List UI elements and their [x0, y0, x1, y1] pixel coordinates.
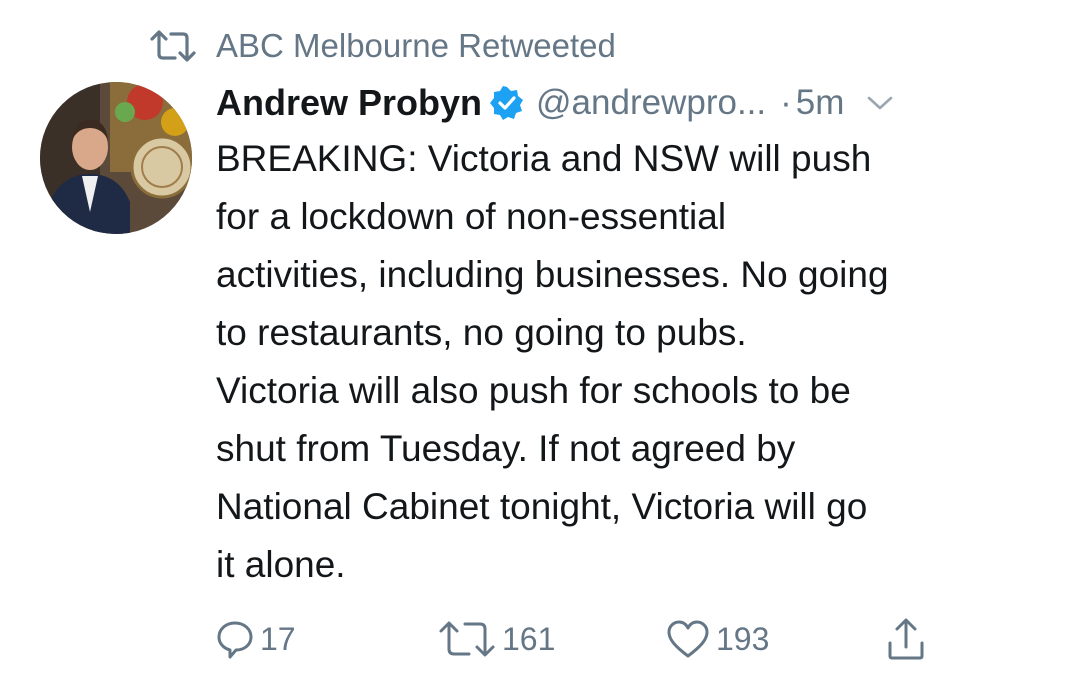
author-handle[interactable]: @andrewpro... — [536, 83, 766, 123]
reply-count: 17 — [260, 620, 296, 657]
tweet-actions: 17 161 193 — [216, 615, 1016, 663]
tweet-text-line: shut from Tuesday. If not agreed by — [216, 428, 796, 469]
retweet-icon — [150, 30, 196, 62]
tweet-text-line: activities, including businesses. No goi… — [216, 254, 889, 295]
tweet-text-line: it alone. — [216, 544, 346, 585]
tweet-text-line: Victoria will also push for schools to b… — [216, 370, 851, 411]
retweet-button[interactable]: 161 — [438, 615, 555, 663]
share-button[interactable] — [886, 615, 926, 663]
chevron-down-icon[interactable] — [866, 93, 894, 113]
like-button[interactable]: 193 — [666, 615, 769, 663]
share-icon — [886, 617, 926, 661]
author-name[interactable]: Andrew Probyn — [216, 82, 482, 124]
separator-dot: · — [780, 83, 792, 122]
retweeted-by-text: ABC Melbourne Retweeted — [216, 27, 616, 64]
tweet-text: BREAKING: Victoria and NSW will push for… — [216, 130, 1066, 594]
tweet-text-line: for a lockdown of non-essential — [216, 196, 727, 237]
avatar[interactable] — [40, 82, 192, 234]
tweet-text-line: to restaurants, no going to pubs. — [216, 312, 747, 353]
reply-button[interactable]: 17 — [216, 615, 296, 663]
retweet-header: ABC Melbourne Retweeted — [150, 26, 616, 66]
reply-icon — [216, 619, 254, 659]
retweet-count: 161 — [502, 620, 556, 657]
tweet-text-line: National Cabinet tonight, Victoria will … — [216, 486, 868, 527]
tweet-header: Andrew Probyn @andrewpro... · 5m — [216, 80, 1060, 126]
tweet-text-line: BREAKING: Victoria and NSW will push — [216, 138, 872, 179]
heart-icon — [666, 619, 710, 659]
retweet-icon — [438, 619, 496, 659]
tweet-timestamp[interactable]: 5m — [796, 83, 845, 123]
like-count: 193 — [716, 620, 770, 657]
verified-badge-icon — [490, 86, 524, 120]
